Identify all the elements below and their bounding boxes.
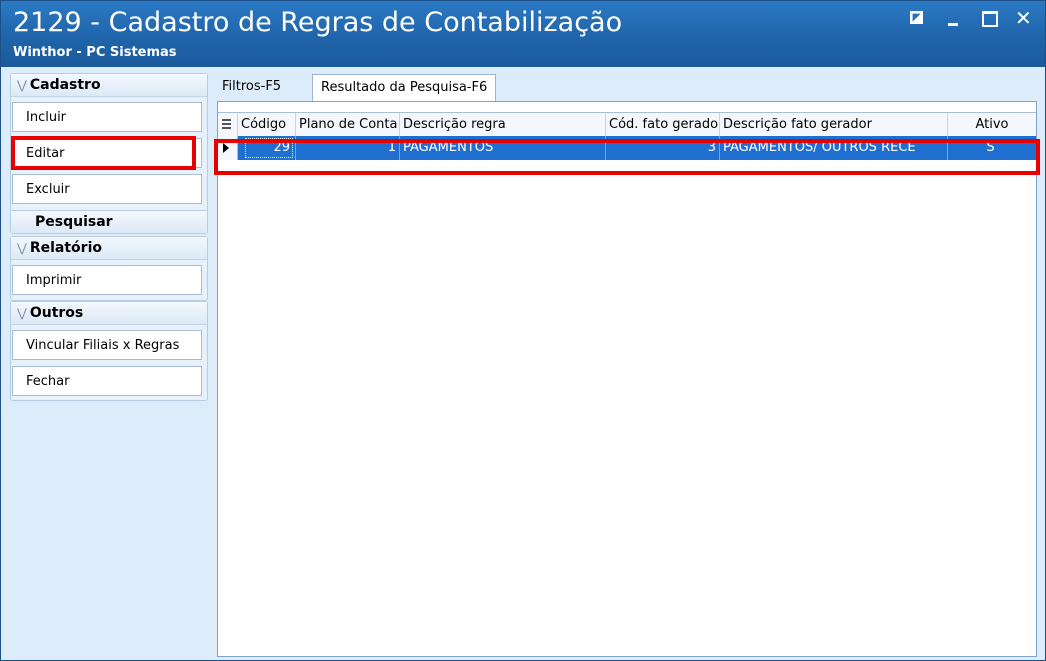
group-relatorio: ⋁ Relatório Imprimir <box>10 236 208 301</box>
vincular-filiais-button[interactable]: Vincular Filiais x Regras <box>12 330 202 360</box>
column-header-descricao-fato-gerador[interactable]: Descrição fato gerador <box>720 113 948 137</box>
group-title: Relatório <box>29 240 102 256</box>
column-chooser[interactable] <box>218 113 238 137</box>
cell-descricao-regra[interactable]: PAGAMENTOS <box>400 136 606 160</box>
main-content: Filtros-F5 Resultado da Pesquisa-F6 Códi… <box>209 71 1041 659</box>
group-header-pesquisar[interactable]: Pesquisar <box>11 211 207 233</box>
grid-header: Código Plano de Conta Descrição regra Có… <box>218 112 1036 138</box>
incluir-button[interactable]: Incluir <box>12 102 202 132</box>
restore-icon[interactable] <box>907 8 929 30</box>
minimize-icon[interactable] <box>943 8 965 30</box>
group-title: Outros <box>29 305 84 321</box>
group-header-cadastro[interactable]: ⋁ Cadastro <box>11 74 207 97</box>
group-outros: ⋁ Outros Vincular Filiais x Regras Fechar <box>10 301 208 401</box>
cell-codigo-value: 29 <box>245 138 293 158</box>
column-header-cod-fato-gerador[interactable]: Cód. fato gerador <box>606 113 720 137</box>
column-header-ativo[interactable]: Ativo <box>948 113 1036 137</box>
results-grid[interactable]: Código Plano de Conta Descrição regra Có… <box>217 101 1037 657</box>
cell-plano-conta[interactable]: 1 <box>296 136 400 160</box>
row-pointer-icon <box>223 143 229 153</box>
cell-descricao-fato-gerador[interactable]: PAGAMENTOS/ OUTROS RECE <box>720 136 948 160</box>
group-header-outros[interactable]: ⋁ Outros <box>11 302 207 325</box>
column-header-plano-conta[interactable]: Plano de Conta <box>296 113 400 137</box>
maximize-icon[interactable] <box>979 8 1001 30</box>
chevron-down-icon: ⋁ <box>17 78 27 92</box>
excluir-button[interactable]: Excluir <box>12 174 202 204</box>
chevron-down-icon: ⋁ <box>17 241 27 255</box>
tab-filtros[interactable]: Filtros-F5 <box>214 73 290 100</box>
title-bar[interactable]: 2129 - Cadastro de Regras de Contabiliza… <box>1 1 1045 67</box>
cell-ativo[interactable]: S <box>948 136 1036 160</box>
row-indicator[interactable] <box>218 136 238 160</box>
tab-resultado-pesquisa[interactable]: Resultado da Pesquisa-F6 <box>312 74 497 102</box>
app-window: 2129 - Cadastro de Regras de Contabiliza… <box>0 0 1046 661</box>
window-controls: ✕ <box>907 8 1037 30</box>
window-subtitle: Winthor - PC Sistemas <box>13 45 177 60</box>
table-row[interactable]: 29 1 PAGAMENTOS 3 PAGAMENTOS/ OUTROS REC… <box>218 136 1036 160</box>
window-title: 2129 - Cadastro de Regras de Contabiliza… <box>13 7 623 38</box>
editar-button[interactable]: Editar <box>12 138 202 168</box>
cell-cod-fato-gerador[interactable]: 3 <box>606 136 720 160</box>
close-icon[interactable]: ✕ <box>1015 8 1037 30</box>
chevron-down-icon: ⋁ <box>17 306 27 320</box>
cell-codigo[interactable]: 29 <box>238 136 296 160</box>
column-header-codigo[interactable]: Código <box>238 113 296 137</box>
group-cadastro: ⋁ Cadastro Incluir Editar Excluir <box>10 73 208 214</box>
group-header-relatorio[interactable]: ⋁ Relatório <box>11 237 207 260</box>
column-header-descricao-regra[interactable]: Descrição regra <box>400 113 606 137</box>
group-pesquisar: Pesquisar <box>10 210 208 234</box>
fechar-button[interactable]: Fechar <box>12 366 202 396</box>
imprimir-button[interactable]: Imprimir <box>12 265 202 295</box>
group-title: Cadastro <box>29 77 101 93</box>
column-menu-icon <box>222 119 231 129</box>
